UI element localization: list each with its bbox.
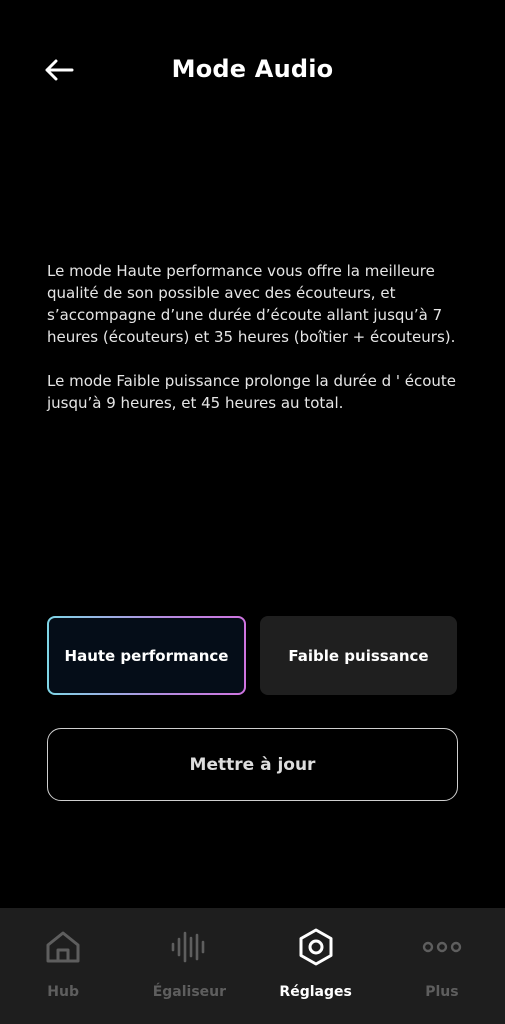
description-high-performance: Le mode Haute performance vous offre la … — [47, 262, 456, 346]
description-low-power: Le mode Faible puissance prolonge la dur… — [47, 372, 457, 412]
header: Mode Audio — [0, 0, 505, 140]
bottom-navigation: Hub Égaliseur Réglages Plus — [0, 908, 505, 1024]
mode-high-performance-button[interactable]: Haute performance — [47, 616, 246, 695]
nav-item-settings[interactable]: Réglages — [253, 908, 379, 1024]
home-icon — [41, 928, 85, 966]
mode-description: Le mode Haute performance vous offre la … — [47, 260, 457, 436]
more-dots-icon — [420, 928, 464, 966]
nav-label-hub: Hub — [47, 984, 79, 1000]
page-title: Mode Audio — [171, 55, 334, 83]
nav-label-more: Plus — [425, 984, 459, 1000]
nav-label-settings: Réglages — [279, 984, 352, 1000]
update-button[interactable]: Mettre à jour — [47, 728, 458, 801]
mode-low-power-button[interactable]: Faible puissance — [260, 616, 457, 695]
nav-item-hub[interactable]: Hub — [0, 908, 126, 1024]
nav-item-more[interactable]: Plus — [379, 908, 505, 1024]
nav-label-equalizer: Égaliseur — [152, 984, 227, 1000]
nav-item-equalizer[interactable]: Égaliseur — [126, 908, 252, 1024]
equalizer-icon — [167, 928, 211, 966]
settings-hexagon-icon — [294, 928, 338, 966]
